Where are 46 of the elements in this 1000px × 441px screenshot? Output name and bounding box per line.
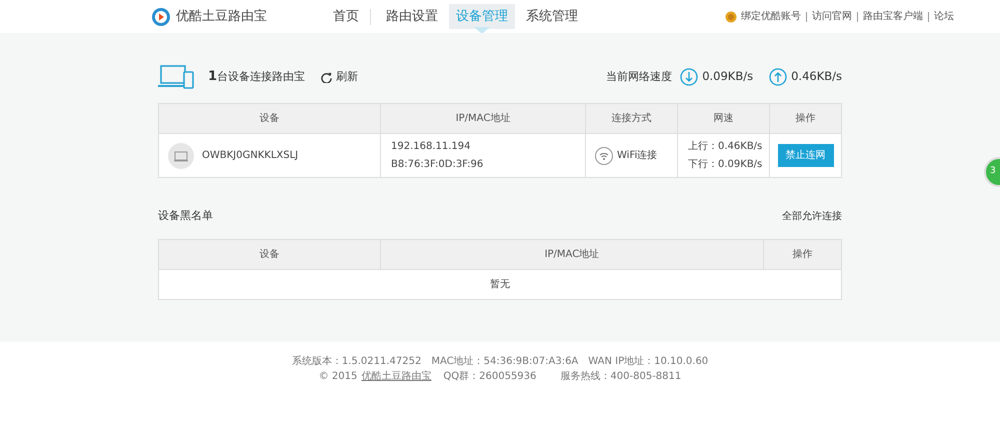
header-link[interactable]: 访问官网 [812,9,852,24]
column-header: 设备 [158,104,380,134]
download-speed: 0.09KB/s [702,68,754,86]
column-header: IP/MAC地址 [380,104,586,134]
upload-icon [769,68,788,86]
column-header: 操作 [770,104,842,134]
wifi-icon [595,146,613,164]
connected-devices-label: 台设备连接路由宝 [217,68,306,85]
devices-icon [158,64,194,90]
speed-label: 当前网络速度 [606,68,672,85]
nav-tab[interactable]: 首页 [326,4,366,30]
header-link[interactable]: 绑定优酷账号 [741,9,801,24]
footer-info: MAC地址：54:36:9B:07:A3:6A [431,356,578,367]
blacklist-title: 设备黑名单 [158,208,213,224]
device-count: 1 [208,68,218,86]
refresh-icon[interactable] [321,72,332,82]
nav-tab[interactable]: 系统管理 [519,4,585,30]
mac-address: B8:76:3F:0D:3F:96 [391,158,484,172]
header-link[interactable]: 论坛 [934,9,954,24]
laptop-icon [168,142,194,168]
allow-all-link[interactable]: 全部允许连接 [782,208,842,224]
upload-speed: 0.46KB/s [791,68,842,86]
refresh-link[interactable]: 刷新 [336,68,358,86]
empty-message: 暂无 [490,278,510,290]
copyright-text: © 2015 [318,371,358,382]
footer-info: 系统版本：1.5.0211.47252 [292,356,422,367]
footer-info: 服务热线：400-805-8811 [560,371,682,382]
header-link[interactable]: 路由宝客户端 [863,9,923,24]
column-header: 网速 [678,104,770,134]
coin-icon [725,10,737,22]
download-rate: 下行：0.09KB/s [688,158,764,172]
ip-address: 192.168.11.194 [391,140,472,154]
footer-info: QQ群：260055936 [443,371,536,382]
footer-info: WAN IP地址：10.10.0.60 [588,356,708,367]
column-header: 操作 [764,239,842,269]
connection-type: WiFi连接 [617,148,658,163]
brand-name: 优酷土豆路由宝 [176,8,268,26]
column-header: IP/MAC地址 [380,239,764,269]
download-icon [680,68,698,86]
footer-link[interactable]: 优酷土豆路由宝 [361,371,432,382]
upload-rate: 上行：0.46KB/s [688,140,764,154]
nav-tab[interactable]: 路由设置 [379,4,445,30]
column-header: 设备 [158,239,380,269]
logo-icon [152,8,170,26]
column-header: 连接方式 [586,104,678,134]
device-name: OWBKJ0GNKKLXSLJ [202,149,298,163]
